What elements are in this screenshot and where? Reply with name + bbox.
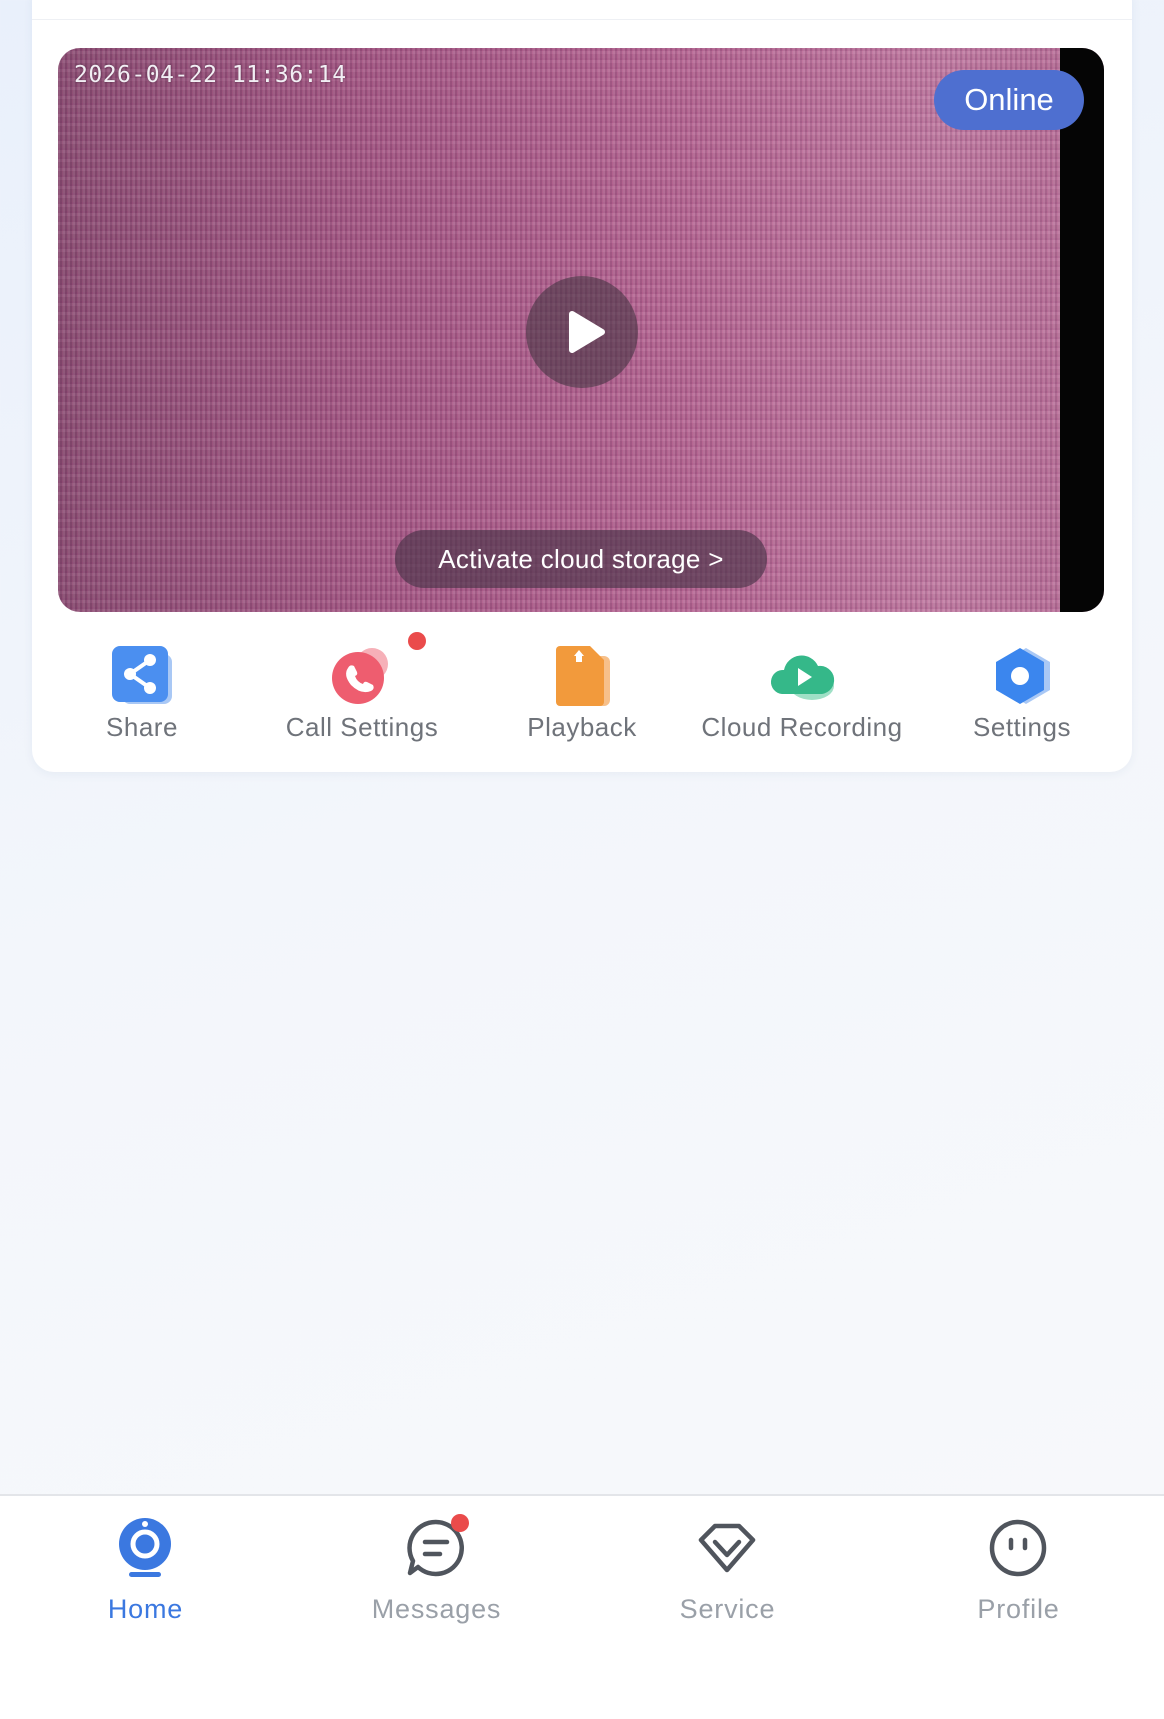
face-icon — [989, 1519, 1047, 1577]
tab-service-label: Service — [679, 1594, 776, 1624]
cloud-recording-button[interactable]: Cloud Recording — [692, 632, 912, 752]
messages-badge — [451, 1514, 469, 1532]
share-button[interactable]: Share — [32, 632, 252, 752]
settings-button[interactable]: Settings — [912, 632, 1132, 752]
cloud-play-icon — [770, 655, 835, 700]
tab-home-label: Home — [107, 1594, 184, 1624]
activate-cloud-storage-button[interactable]: Activate cloud storage > — [395, 530, 767, 588]
play-button[interactable] — [526, 276, 638, 388]
call-settings-label: Call Settings — [285, 712, 439, 742]
share-icon — [112, 646, 172, 704]
call-settings-button[interactable]: Call Settings — [252, 632, 472, 752]
play-icon — [569, 311, 605, 353]
share-label: Share — [106, 712, 178, 742]
video-timestamp: 2026-04-22 11:36:14 — [74, 62, 347, 88]
tab-profile[interactable]: Profile — [873, 1496, 1164, 1656]
playback-button[interactable]: Playback — [472, 632, 692, 752]
sd-card-icon — [556, 646, 610, 706]
diamond-icon — [698, 1523, 756, 1573]
device-actions: Share Call Settings Playback Cloud Recor… — [32, 632, 1132, 752]
playback-label: Playback — [527, 712, 637, 742]
camera-home-icon — [119, 1518, 171, 1577]
cloud-recording-label: Cloud Recording — [701, 712, 903, 742]
hexagon-gear-icon — [996, 648, 1050, 704]
status-badge: Online — [934, 70, 1084, 130]
tab-profile-label: Profile — [977, 1594, 1060, 1624]
tab-messages-label: Messages — [371, 1594, 502, 1624]
settings-label: Settings — [973, 712, 1071, 742]
call-settings-badge — [408, 632, 426, 650]
tab-service[interactable]: Service — [582, 1496, 873, 1656]
phone-icon — [332, 648, 388, 704]
bottom-tab-bar: Home Messages Service Profile — [0, 1494, 1164, 1719]
card-divider — [32, 19, 1132, 20]
tab-home[interactable]: Home — [0, 1496, 291, 1656]
camera-preview[interactable]: 2026-04-22 11:36:14 Online Activate clou… — [58, 48, 1104, 612]
video-black-border — [1060, 48, 1104, 612]
tab-messages[interactable]: Messages — [291, 1496, 582, 1656]
